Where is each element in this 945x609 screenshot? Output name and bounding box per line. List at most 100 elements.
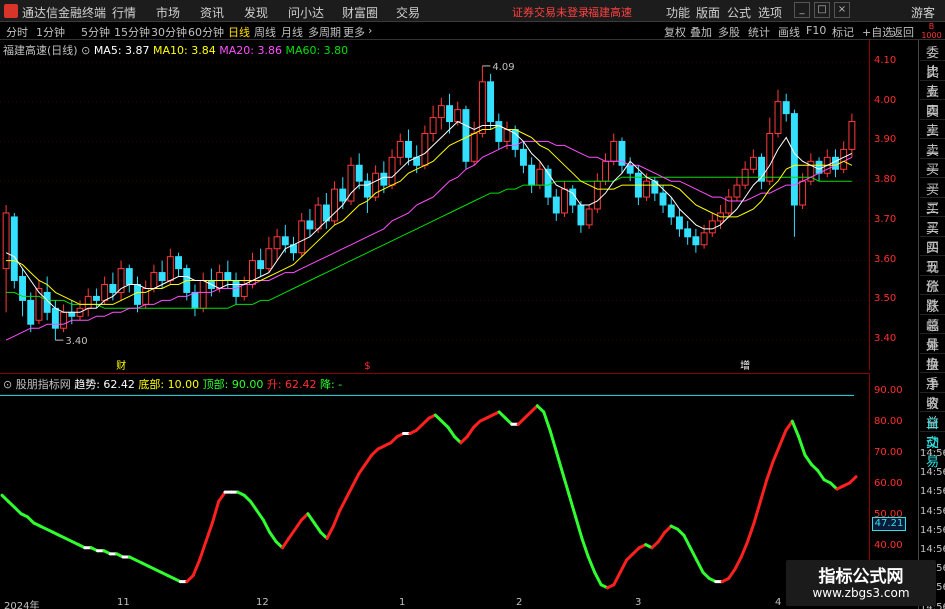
menu-discover[interactable]: 发现 — [244, 4, 268, 21]
indicator-name[interactable]: 股朋指标网 — [16, 378, 71, 391]
candle-body — [462, 109, 470, 162]
tool-stats[interactable]: 统计 — [748, 24, 770, 40]
trend-rising-segment — [191, 558, 202, 577]
candle-body — [815, 160, 823, 174]
minimize-icon[interactable]: _ — [794, 2, 810, 18]
low-price-label: 3.40 — [65, 336, 87, 347]
price-axis-tick: 4.00 — [874, 94, 897, 106]
login-status[interactable]: 证券交易未登录 — [512, 4, 589, 20]
menu-news[interactable]: 资讯 — [200, 4, 224, 21]
watermark: 指标公式网 www.zbgs3.com — [786, 560, 936, 606]
sidebar-item[interactable]: 买一 — [920, 159, 945, 197]
tool-add-favorite[interactable]: +自选 — [862, 24, 893, 40]
menu-wealth[interactable]: 财富圈 — [342, 4, 378, 21]
period-intraday[interactable]: 分时 — [6, 24, 28, 40]
period-daily[interactable]: 日线 — [228, 24, 250, 40]
sidebar-item[interactable]: 买四 — [920, 218, 945, 256]
sidebar-item[interactable]: 卖五 — [920, 62, 945, 100]
sidebar-item[interactable]: 自动 — [920, 413, 945, 451]
candlestick-chart[interactable]: 福建高速(日线) ⊙ MA5: 3.87 MA10: 3.84 MA20: 3.… — [0, 40, 870, 372]
trend-rising-segment — [351, 472, 361, 488]
sidebar-item[interactable]: 买三 — [920, 198, 945, 236]
trend-falling-segment — [797, 435, 807, 457]
trend-rising-segment — [363, 453, 374, 466]
rise-value: 升: 62.42 — [266, 378, 317, 391]
sidebar-item[interactable]: 换手 — [920, 354, 945, 392]
sidebar-item[interactable]: 现价 — [920, 257, 945, 295]
candle-body — [799, 180, 807, 206]
price-axis-tick: 3.70 — [874, 213, 897, 225]
period-15min[interactable]: 15分钟 — [114, 24, 150, 40]
indicator-axis-tick: 70.00 — [874, 447, 903, 459]
sidebar-item[interactable]: 买五 — [920, 237, 945, 275]
indicator-chart[interactable]: ⊙ 股朋指标网 趋势: 62.42 底部: 10.00 顶部: 90.00 升:… — [0, 373, 870, 598]
tool-overlay[interactable]: 叠加 — [690, 24, 712, 40]
sidebar-item[interactable]: 买二 — [920, 179, 945, 217]
candle-body — [503, 129, 511, 142]
trend-falling-segment — [580, 536, 590, 559]
indicator-axis-tick: 60.00 — [874, 478, 903, 489]
indicator-legend: ⊙ 股朋指标网 趋势: 62.42 底部: 10.00 顶部: 90.00 升:… — [3, 376, 342, 392]
sidebar-item[interactable]: 委比 — [920, 42, 945, 80]
trend-rising-segment — [618, 558, 629, 574]
trend-falling-segment — [312, 521, 323, 534]
tool-f10[interactable]: F10 — [806, 24, 826, 37]
sidebar-item[interactable]: 总量 — [920, 315, 945, 353]
settings-gear-icon[interactable]: ⊙ — [81, 44, 90, 57]
guest-user[interactable]: 游客 — [911, 4, 935, 21]
restore-icon[interactable]: □ — [814, 2, 830, 18]
trend-falling-segment — [816, 469, 826, 482]
period-weekly[interactable]: 周线 — [254, 24, 276, 40]
menu-market[interactable]: 市场 — [156, 4, 180, 21]
sidebar-item[interactable]: 卖三 — [920, 101, 945, 139]
price-axis: 4.10 4.00 3.90 3.80 3.70 3.60 3.50 3.40 — [870, 40, 918, 370]
menu-options[interactable]: 选项 — [758, 4, 782, 21]
sidebar-item[interactable]: 涨幅 — [920, 296, 945, 334]
menu-function[interactable]: 功能 — [666, 4, 690, 21]
trend-falling-segment — [561, 472, 571, 497]
period-multi[interactable]: 多周期 — [308, 24, 341, 40]
sidebar-header[interactable]: B 1000 — [918, 22, 945, 40]
candle-body — [158, 272, 166, 282]
candle-body — [700, 232, 708, 246]
menu-quotes[interactable]: 行情 — [112, 4, 136, 21]
tool-draw[interactable]: 画线 — [778, 24, 800, 40]
menu-formula[interactable]: 公式 — [727, 4, 751, 21]
menu-trade[interactable]: 交易 — [396, 4, 420, 21]
period-5min[interactable]: 5分钟 — [81, 24, 110, 40]
sidebar-item[interactable]: 卖一 — [920, 140, 945, 178]
candle-body — [766, 132, 774, 182]
candle-body — [363, 180, 371, 198]
watermark-title: 指标公式网 — [818, 567, 904, 587]
sidebar-item[interactable]: 外盘 — [920, 335, 945, 373]
period-30min[interactable]: 30分钟 — [151, 24, 187, 40]
trend-falling-segment — [548, 428, 558, 454]
more-chevron-icon[interactable]: › — [368, 24, 372, 37]
close-icon[interactable]: × — [834, 2, 850, 18]
candle-body — [101, 283, 109, 301]
indicator-current-value: 47.21 — [872, 517, 906, 532]
trend-rising-segment — [280, 536, 291, 550]
tool-multi-stock[interactable]: 多股 — [718, 24, 740, 40]
indicator-axis-tick: 40.00 — [874, 539, 903, 551]
sidebar-item[interactable]: 卖二 — [920, 120, 945, 158]
indicator-plot[interactable] — [0, 374, 870, 599]
period-more[interactable]: 更多 — [343, 24, 365, 40]
price-axis-tick: 3.90 — [874, 134, 897, 146]
tool-back[interactable]: 返回 — [892, 24, 914, 40]
period-1min[interactable]: 1分钟 — [36, 24, 65, 40]
sidebar-item[interactable]: 净资 — [920, 374, 945, 412]
tool-mark[interactable]: 标记 — [832, 24, 854, 40]
sidebar-item[interactable]: 收益 — [920, 393, 945, 431]
period-60min[interactable]: 60分钟 — [188, 24, 224, 40]
candlestick-plot[interactable]: 4.09 3.40 财 $ 增 — [0, 40, 870, 372]
indicator-settings-icon[interactable]: ⊙ — [3, 378, 12, 391]
price-axis-tick: 4.10 — [874, 54, 897, 66]
menu-ask[interactable]: 问小达 — [288, 4, 324, 21]
sidebar-item[interactable]: 涨跌 — [920, 276, 945, 314]
tool-adjust[interactable]: 复权 — [664, 24, 686, 40]
candle-body — [240, 283, 248, 297]
period-monthly[interactable]: 月线 — [281, 24, 303, 40]
sidebar-item[interactable]: 卖四 — [920, 81, 945, 119]
menu-layout[interactable]: 版面 — [696, 4, 720, 21]
